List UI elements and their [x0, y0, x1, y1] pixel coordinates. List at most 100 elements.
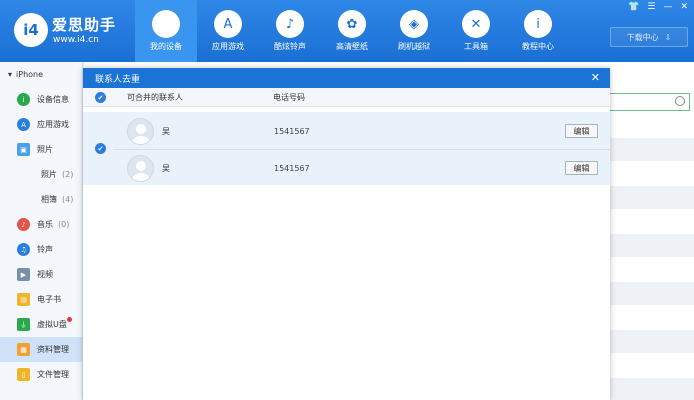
contact-phone: 1541567 — [274, 126, 310, 136]
edit-button[interactable]: 编辑 — [565, 161, 598, 175]
nav-my-device[interactable]: 我的设备 — [135, 0, 197, 62]
file-icon: ▯ — [17, 368, 30, 381]
app-header: i4 爱思助手 www.i4.cn 我的设备 A 应用游戏 ♪ 酷炫铃声 ✿ 高… — [0, 0, 694, 62]
window-controls: 👕 ☰ — ✕ — [628, 2, 688, 12]
table-row[interactable]: 吴 1541567 编辑 — [113, 113, 610, 149]
menu-icon[interactable]: ☰ — [647, 2, 655, 12]
video-icon: ▶ — [17, 268, 30, 281]
app-name: 爱思助手 — [52, 16, 117, 34]
appstore-icon: A — [17, 118, 30, 131]
book-icon: ▤ — [17, 293, 30, 306]
nav-toolbox[interactable]: ✕ 工具箱 — [445, 0, 507, 62]
search-icon[interactable] — [675, 96, 685, 106]
contact-name: 吴 — [162, 126, 170, 136]
sidebar-item-albums[interactable]: 相簿 (4) — [0, 187, 82, 212]
contact-phone: 1541567 — [274, 163, 310, 173]
sidebar-item-label: 电子书 — [37, 295, 61, 304]
nav-label: 教程中心 — [522, 42, 554, 51]
background-row — [610, 186, 694, 209]
sidebar-item-music[interactable]: ♪ 音乐 (0) — [0, 212, 82, 237]
select-all-checkbox[interactable]: ✔ — [95, 92, 106, 103]
close-icon[interactable]: ✕ — [591, 71, 600, 84]
info-icon: i — [524, 10, 552, 38]
sidebar-item-label: 虚拟U盘 — [37, 320, 67, 329]
notification-dot — [67, 317, 72, 322]
column-header-mergeable: 可合并的联系人 — [127, 93, 183, 102]
sidebar-item-virtual-usb[interactable]: ⏚ 虚拟U盘 — [0, 312, 82, 337]
tools-icon: ✕ — [462, 10, 490, 38]
sidebar-item-ebooks[interactable]: ▤ 电子书 — [0, 287, 82, 312]
nav-apps[interactable]: A 应用游戏 — [197, 0, 259, 62]
sidebar-item-label: 应用游戏 — [37, 120, 69, 129]
search-input[interactable] — [600, 93, 690, 111]
nav-label: 工具箱 — [464, 42, 488, 51]
apple-icon — [152, 10, 180, 38]
appstore-icon: A — [214, 10, 242, 38]
bell-icon: ♫ — [17, 243, 30, 256]
device-selector[interactable]: ▾ iPhone — [0, 62, 82, 87]
avatar — [127, 117, 154, 145]
sidebar-item-apps[interactable]: A 应用游戏 — [0, 112, 82, 137]
group-checkbox[interactable]: ✔ — [95, 143, 106, 154]
background-row — [610, 330, 694, 353]
usb-icon: ⏚ — [17, 318, 30, 331]
nav-tutorials[interactable]: i 教程中心 — [507, 0, 569, 62]
nav-wallpapers[interactable]: ✿ 高清壁纸 — [321, 0, 383, 62]
bell-icon: ♪ — [276, 10, 304, 38]
duplicate-group: ✔ 吴 1541567 编辑 吴 1541567 编辑 — [83, 112, 610, 185]
nav-label: 酷炫铃声 — [274, 42, 306, 51]
item-count: (4) — [62, 195, 74, 204]
sidebar-item-label: 相簿 — [41, 195, 57, 204]
minimize-icon[interactable]: — — [663, 2, 672, 12]
contacts-icon: ▦ — [17, 343, 30, 356]
sidebar-item-device-info[interactable]: i 设备信息 — [0, 87, 82, 112]
sidebar-item-label: 铃声 — [37, 245, 53, 254]
download-center-button[interactable]: 下载中心 ⇩ — [610, 27, 688, 47]
edit-button[interactable]: 编辑 — [565, 124, 598, 138]
background-row — [610, 138, 694, 161]
sidebar-item-photos-sub[interactable]: 照片 (2) — [0, 162, 82, 187]
music-icon: ♪ — [17, 218, 30, 231]
background-row — [610, 282, 694, 305]
item-count: (0) — [58, 220, 70, 229]
nav-flash-jailbreak[interactable]: ◈ 刷机越狱 — [383, 0, 445, 62]
sidebar-item-data-management[interactable]: ▦ 资料管理 — [0, 337, 82, 362]
main-nav: 我的设备 A 应用游戏 ♪ 酷炫铃声 ✿ 高清壁纸 ◈ 刷机越狱 ✕ 工具箱 i… — [135, 0, 569, 62]
download-icon: ⇩ — [664, 32, 672, 42]
close-icon[interactable]: ✕ — [680, 2, 688, 12]
sidebar-item-photos[interactable]: ▣ 照片 — [0, 137, 82, 162]
sidebar-item-ringtones[interactable]: ♫ 铃声 — [0, 237, 82, 262]
info-icon: i — [17, 93, 30, 106]
nav-label: 刷机越狱 — [398, 42, 430, 51]
dialog-title: 联系人去重 — [95, 74, 141, 85]
sidebar-item-label: 视频 — [37, 270, 53, 279]
sidebar-item-file-management[interactable]: ▯ 文件管理 — [0, 362, 82, 387]
nav-label: 应用游戏 — [212, 42, 244, 51]
contact-dedupe-dialog: 联系人去重 ✕ ✔ 可合并的联系人 电话号码 ✔ 吴 1541567 编辑 吴 … — [83, 68, 610, 400]
sidebar-item-label: 资料管理 — [37, 345, 69, 354]
background-row — [610, 234, 694, 257]
nav-ringtones[interactable]: ♪ 酷炫铃声 — [259, 0, 321, 62]
dialog-title-bar: 联系人去重 ✕ — [83, 68, 610, 88]
avatar — [127, 154, 154, 182]
sidebar-item-label: 设备信息 — [37, 95, 69, 104]
device-name: iPhone — [16, 70, 44, 79]
table-row[interactable]: 吴 1541567 编辑 — [113, 150, 610, 186]
sidebar: ▾ iPhone i 设备信息 A 应用游戏 ▣ 照片 照片 (2) 相簿 (4… — [0, 62, 83, 400]
nav-label: 高清壁纸 — [336, 42, 368, 51]
app-url: www.i4.cn — [53, 35, 99, 45]
skin-icon[interactable]: 👕 — [628, 2, 639, 12]
collapse-arrow-icon[interactable]: ▾ — [8, 70, 12, 79]
sidebar-item-label: 文件管理 — [37, 370, 69, 379]
sidebar-item-label: 照片 — [37, 145, 53, 154]
column-header-phone: 电话号码 — [273, 93, 305, 102]
flower-icon: ✿ — [338, 10, 366, 38]
contact-name: 吴 — [162, 163, 170, 173]
sidebar-item-label: 音乐 — [37, 220, 53, 229]
i4-logo-icon: i4 — [14, 13, 48, 47]
sidebar-item-videos[interactable]: ▶ 视频 — [0, 262, 82, 287]
download-label: 下载中心 — [626, 32, 659, 42]
background-row — [610, 378, 694, 400]
table-header: ✔ 可合并的联系人 电话号码 — [83, 88, 610, 107]
photo-icon: ▣ — [17, 143, 30, 156]
